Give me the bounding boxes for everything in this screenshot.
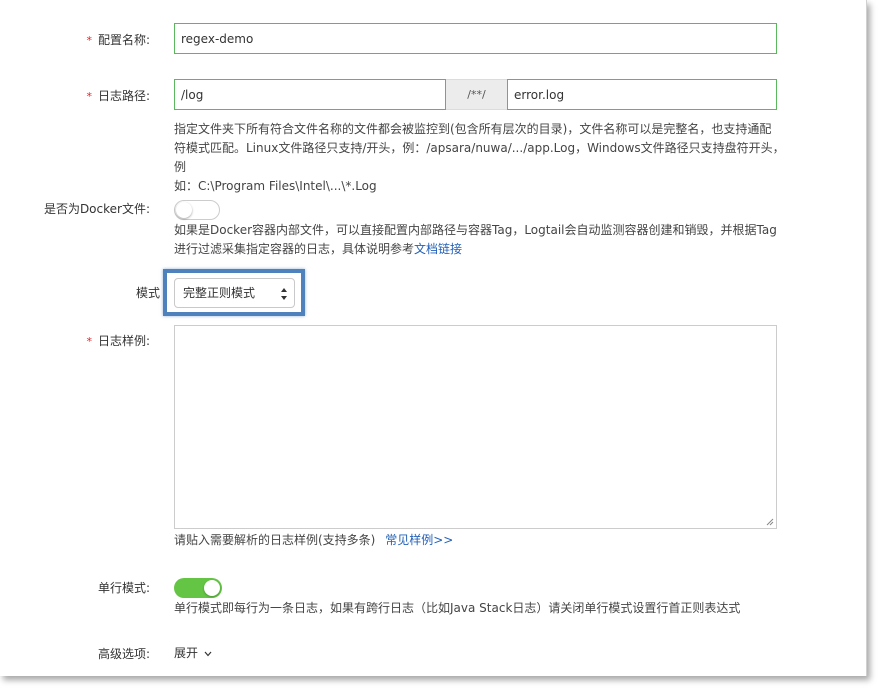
log-sample-textarea[interactable]	[174, 325, 777, 529]
log-path-label-text: 日志路径:	[97, 89, 150, 103]
config-name-input[interactable]: regex-demo	[174, 23, 777, 54]
docker-toggle[interactable]	[174, 200, 220, 220]
log-path-help-line: 指定文件夹下所有符合文件名称的文件都会被监控到(包含所有层次的目录)，文件名称可…	[174, 122, 772, 136]
docker-help-text: 进行过滤采集指定容器的日志，具体说明参考	[174, 242, 415, 256]
required-mark: *	[86, 34, 92, 47]
toggle-knob	[176, 202, 192, 218]
single-line-help: 单行模式即每行为一条日志，如果有跨行日志（比如Java Stack日志）请关闭单…	[174, 601, 741, 615]
docker-label: 是否为Docker文件:	[43, 202, 150, 216]
required-mark: *	[86, 90, 92, 103]
docker-help-line: 如果是Docker容器内部文件，可以直接配置内部路径与容器Tag，Logtail…	[174, 223, 777, 237]
log-sample-label: * 日志样例:	[86, 332, 150, 349]
single-line-toggle[interactable]	[174, 578, 222, 598]
common-samples-link[interactable]: 常见样例>>	[385, 533, 453, 547]
log-path-label: * 日志路径:	[86, 87, 150, 104]
docker-help-line: 进行过滤采集指定容器的日志，具体说明参考文档链接	[174, 240, 794, 259]
path-separator: /**/	[446, 79, 507, 110]
single-line-label: 单行模式:	[97, 581, 150, 595]
chevron-down-icon	[204, 651, 212, 656]
log-sample-label-text: 日志样例:	[97, 334, 150, 348]
log-path-help-line: 如：C:\Program Files\Intel\...\*.Log	[174, 179, 377, 193]
log-file-input[interactable]: error.log	[507, 79, 777, 110]
log-sample-help-text: 请贴入需要解析的日志样例(支持多条)	[174, 533, 376, 547]
required-mark: *	[86, 335, 92, 348]
docs-link[interactable]: 文档链接	[414, 242, 462, 256]
up-down-caret-icon	[281, 288, 287, 300]
docker-help: 如果是Docker容器内部文件，可以直接配置内部路径与容器Tag，Logtail…	[174, 221, 794, 259]
mode-select[interactable]: 完整正则模式	[174, 278, 295, 308]
config-name-label-text: 配置名称:	[97, 33, 150, 47]
mode-label: 模式	[135, 286, 160, 300]
log-sample-help: 请贴入需要解析的日志样例(支持多条) 常见样例>>	[174, 531, 453, 550]
mode-selected-value: 完整正则模式	[183, 286, 256, 300]
toggle-knob	[204, 580, 220, 596]
log-dir-input[interactable]: /log	[174, 79, 446, 110]
resize-grip-icon[interactable]	[766, 518, 774, 526]
config-name-label: * 配置名称:	[86, 31, 150, 48]
form-sheet: * 配置名称: regex-demo * 日志路径: /log /**/ error…	[0, 0, 867, 676]
advanced-expand-text: 展开	[174, 646, 199, 660]
advanced-label: 高级选项:	[97, 647, 150, 661]
advanced-expand-toggle[interactable]: 展开	[174, 644, 212, 661]
log-path-help: 指定文件夹下所有符合文件名称的文件都会被监控到(包含所有层次的目录)，文件名称可…	[174, 120, 794, 196]
log-path-help-line: 符模式匹配。Linux文件路径只支持/开头，例：/apsara/nuwa/...…	[174, 141, 785, 174]
